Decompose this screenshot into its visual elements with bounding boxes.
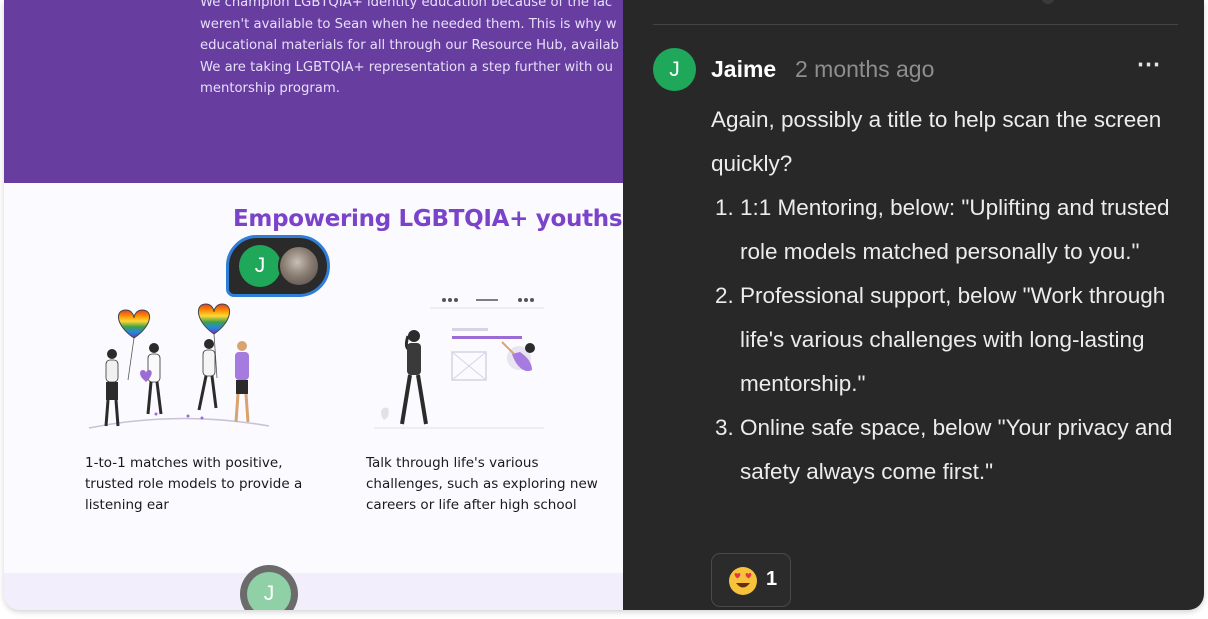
card-text-line: challenges, such as exploring new (366, 476, 598, 492)
comment-body: Again, possibly a title to help scan the… (711, 98, 1191, 494)
card-text-line: careers or life after high school (366, 497, 577, 513)
app-frame: We champion LGBTQIA+ identity education … (4, 0, 1204, 610)
avatar: J (239, 245, 281, 287)
card-text-line: 1-to-1 matches with positive, (85, 455, 283, 471)
presence-indicator[interactable]: J (226, 235, 330, 297)
support-card-text: Talk through life's various challenges, … (366, 453, 598, 516)
website-preview: We champion LGBTQIA+ identity education … (4, 0, 644, 610)
comment-author[interactable]: Jaime (711, 56, 776, 83)
section-title: Empowering LGBTQIA+ youths (233, 206, 623, 232)
bottom-section (4, 573, 644, 610)
divider (653, 24, 1178, 25)
intro-line: educational materials for all through ou… (200, 38, 619, 53)
comment-list: 1:1 Mentoring, below: "Uplifting and tru… (711, 186, 1191, 494)
card-text-line: trusted role models to provide a (85, 476, 303, 492)
list-item: 1:1 Mentoring, below: "Uplifting and tru… (740, 186, 1191, 274)
intro-line: mentorship program. (200, 81, 340, 96)
comment-timestamp: 2 months ago (795, 56, 935, 82)
card-text-line: listening ear (85, 497, 169, 513)
comment-panel: J Jaime 2 months ago ⋯ Again, possibly a… (623, 0, 1204, 610)
intro-line: weren't available to Sean when he needed… (200, 16, 617, 32)
list-item: Online safe space, below "Your privacy a… (740, 406, 1191, 494)
previous-comment-avatar (1041, 0, 1055, 4)
card-text-line: Talk through life's various (366, 455, 539, 471)
reaction-button[interactable]: 1 (711, 553, 791, 607)
avatar: J (247, 572, 291, 610)
intro-band: We champion LGBTQIA+ identity education … (4, 0, 644, 183)
heart-eyes-emoji-icon (729, 567, 757, 595)
mentoring-card-text: 1-to-1 matches with positive, trusted ro… (85, 453, 302, 516)
reaction-count: 1 (766, 568, 778, 590)
support-illustration (374, 298, 544, 429)
intro-line: We are taking LGBTQIA+ representation a … (200, 59, 613, 75)
comment-pin[interactable]: J (240, 565, 298, 610)
intro-text: We champion LGBTQIA+ identity education … (200, 0, 640, 100)
more-options-icon[interactable]: ⋯ (1135, 52, 1163, 82)
intro-line: We champion LGBTQIA+ identity education … (200, 0, 613, 10)
avatar: J (653, 48, 696, 91)
list-item: Professional support, below "Work throug… (740, 274, 1191, 406)
photo-avatar (278, 245, 320, 287)
mentoring-illustration (88, 303, 270, 429)
comment-intro: Again, possibly a title to help scan the… (711, 107, 1162, 176)
